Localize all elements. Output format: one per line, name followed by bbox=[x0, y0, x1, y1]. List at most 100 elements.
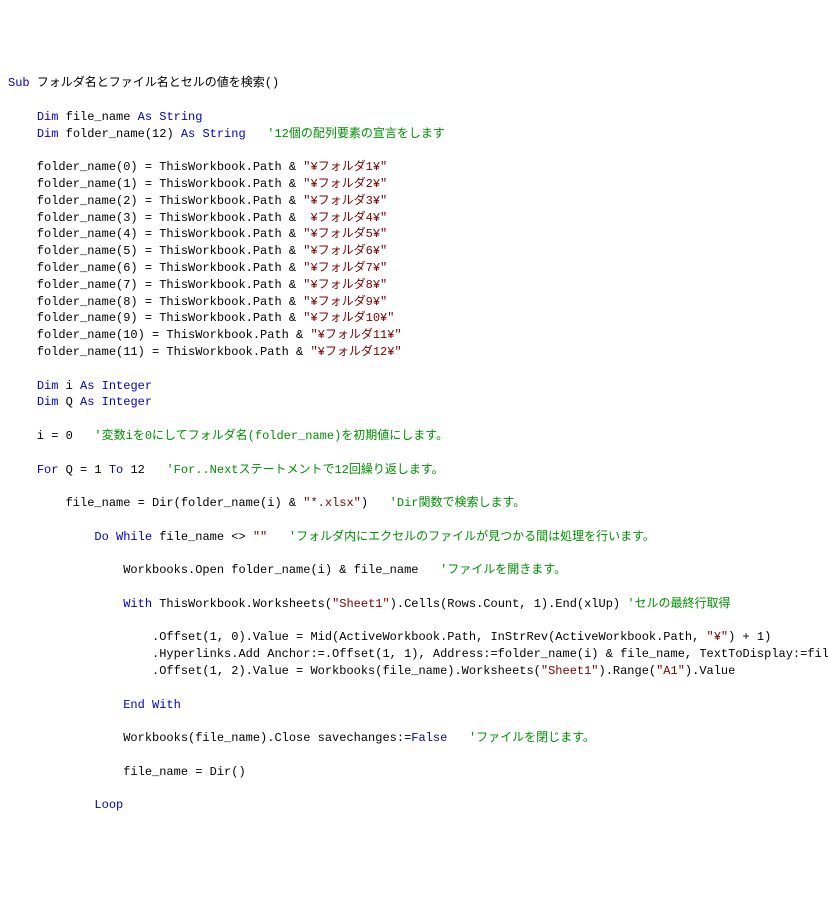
code-token: 12 bbox=[123, 463, 166, 477]
keyword-token: Do While bbox=[94, 530, 152, 544]
code-token: folder_name(1) = ThisWorkbook.Path & bbox=[8, 177, 303, 191]
keyword-token: As Integer bbox=[80, 395, 152, 409]
code-token: ) bbox=[361, 496, 390, 510]
code-line bbox=[8, 713, 820, 730]
code-token: file_name bbox=[58, 110, 137, 124]
code-line: With ThisWorkbook.Worksheets("Sheet1").C… bbox=[8, 596, 820, 613]
code-token: ).Value bbox=[685, 664, 735, 678]
code-line: .Hyperlinks.Add Anchor:=.Offset(1, 1), A… bbox=[8, 646, 820, 663]
comment-token: 'フォルダ内にエクセルのファイルが見つかる間は処理を行います。 bbox=[289, 530, 655, 544]
code-token: folder_name(6) = ThisWorkbook.Path & bbox=[8, 261, 303, 275]
code-token: Q = 1 bbox=[58, 463, 108, 477]
code-line bbox=[8, 411, 820, 428]
string-token: "¥フォルダ5¥" bbox=[303, 227, 387, 241]
code-token bbox=[8, 798, 94, 812]
code-token: フォルダ名とファイル名とセルの値を検索() bbox=[30, 76, 280, 90]
code-token bbox=[8, 395, 37, 409]
comment-token: 'Dir関数で検索します。 bbox=[390, 496, 526, 510]
code-line: Workbooks.Open folder_name(i) & file_nam… bbox=[8, 562, 820, 579]
string-token: "" bbox=[253, 530, 267, 544]
code-token: folder_name(10) = ThisWorkbook.Path & bbox=[8, 328, 310, 342]
code-line bbox=[8, 747, 820, 764]
code-token: folder_name(0) = ThisWorkbook.Path & bbox=[8, 160, 303, 174]
comment-token: 'ファイルを開きます。 bbox=[440, 563, 566, 577]
code-token: file_name = Dir(folder_name(i) & bbox=[8, 496, 303, 510]
comment-token: 'ファイルを閉じます。 bbox=[469, 731, 595, 745]
code-token: file_name <> bbox=[152, 530, 253, 544]
code-token: ThisWorkbook.Worksheets( bbox=[152, 597, 332, 611]
code-line: Do While file_name <> "" 'フォルダ内にエクセルのファイ… bbox=[8, 529, 820, 546]
code-line: folder_name(6) = ThisWorkbook.Path & "¥フ… bbox=[8, 260, 820, 277]
code-token: folder_name(4) = ThisWorkbook.Path & bbox=[8, 227, 303, 241]
string-token: "¥フォルダ11¥" bbox=[310, 328, 401, 342]
code-line bbox=[8, 361, 820, 378]
code-line bbox=[8, 546, 820, 563]
string-token: "*.xlsx" bbox=[303, 496, 361, 510]
code-line: folder_name(1) = ThisWorkbook.Path & "¥フ… bbox=[8, 176, 820, 193]
keyword-token: For bbox=[37, 463, 59, 477]
code-line: file_name = Dir() bbox=[8, 764, 820, 781]
code-token: i bbox=[58, 379, 80, 393]
code-token bbox=[8, 698, 123, 712]
code-line: Dim file_name As String bbox=[8, 109, 820, 126]
code-token: ) + 1) bbox=[728, 630, 771, 644]
string-token: "¥フォルダ7¥" bbox=[303, 261, 387, 275]
code-line bbox=[8, 579, 820, 596]
code-line bbox=[8, 512, 820, 529]
code-line: file_name = Dir(folder_name(i) & "*.xlsx… bbox=[8, 495, 820, 512]
code-line: Sub フォルダ名とファイル名とセルの値を検索() bbox=[8, 75, 820, 92]
code-token: i = 0 bbox=[8, 429, 94, 443]
comment-token: 'For..Nextステートメントで12回繰り返します。 bbox=[166, 463, 443, 477]
code-token bbox=[8, 379, 37, 393]
string-token: "¥フォルダ10¥" bbox=[303, 311, 394, 325]
code-line: Workbooks(file_name).Close savechanges:=… bbox=[8, 730, 820, 747]
code-token bbox=[447, 731, 469, 745]
code-token: .Offset(1, 0).Value = Mid(ActiveWorkbook… bbox=[8, 630, 707, 644]
code-line: folder_name(11) = ThisWorkbook.Path & "¥… bbox=[8, 344, 820, 361]
keyword-token: Dim bbox=[37, 127, 59, 141]
code-token: ).Cells(Rows.Count, 1).End(xlUp) bbox=[390, 597, 628, 611]
code-token bbox=[8, 127, 37, 141]
code-line: folder_name(9) = ThisWorkbook.Path & "¥フ… bbox=[8, 310, 820, 327]
code-token: folder_name(5) = ThisWorkbook.Path & bbox=[8, 244, 303, 258]
code-token: .Offset(1, 2).Value = Workbooks(file_nam… bbox=[8, 664, 541, 678]
string-token: "¥フォルダ8¥" bbox=[303, 278, 387, 292]
code-token bbox=[8, 597, 123, 611]
code-token bbox=[267, 530, 289, 544]
code-token bbox=[8, 110, 37, 124]
code-line: Dim Q As Integer bbox=[8, 394, 820, 411]
code-token bbox=[8, 530, 94, 544]
code-line: End With bbox=[8, 697, 820, 714]
keyword-token: As String bbox=[138, 110, 203, 124]
keyword-token: As Integer bbox=[80, 379, 152, 393]
code-token: Q bbox=[58, 395, 80, 409]
code-token: ).Range( bbox=[599, 664, 657, 678]
code-token: folder_name(7) = ThisWorkbook.Path & bbox=[8, 278, 303, 292]
code-line bbox=[8, 92, 820, 109]
code-line: Dim folder_name(12) As String '12個の配列要素の… bbox=[8, 126, 820, 143]
code-line bbox=[8, 781, 820, 798]
code-line: .Offset(1, 2).Value = Workbooks(file_nam… bbox=[8, 663, 820, 680]
comment-token: '変数iを0にしてフォルダ名(folder_name)を初期値にします。 bbox=[94, 429, 448, 443]
code-line: folder_name(3) = ThisWorkbook.Path & ¥フォ… bbox=[8, 210, 820, 227]
keyword-token: Dim bbox=[37, 395, 59, 409]
code-line bbox=[8, 445, 820, 462]
keyword-token: End With bbox=[123, 698, 181, 712]
string-token: ¥フォルダ4¥" bbox=[310, 211, 387, 225]
code-token: .Hyperlinks.Add Anchor:=.Offset(1, 1), A… bbox=[8, 647, 828, 661]
string-token: "A1" bbox=[656, 664, 685, 678]
string-token: "Sheet1" bbox=[332, 597, 390, 611]
comment-token: 'セルの最終行取得 bbox=[627, 597, 730, 611]
code-line: folder_name(5) = ThisWorkbook.Path & "¥フ… bbox=[8, 243, 820, 260]
code-token: Workbooks.Open folder_name(i) & file_nam… bbox=[8, 563, 440, 577]
code-token: folder_name(12) bbox=[58, 127, 180, 141]
code-line: Dim i As Integer bbox=[8, 378, 820, 395]
code-token: folder_name(3) = ThisWorkbook.Path & bbox=[8, 211, 310, 225]
keyword-token: Sub bbox=[8, 76, 30, 90]
code-line bbox=[8, 478, 820, 495]
vba-code-block: Sub フォルダ名とファイル名とセルの値を検索() Dim file_name … bbox=[8, 75, 820, 814]
string-token: "¥" bbox=[707, 630, 729, 644]
code-line: folder_name(10) = ThisWorkbook.Path & "¥… bbox=[8, 327, 820, 344]
code-token bbox=[8, 463, 37, 477]
code-line: folder_name(8) = ThisWorkbook.Path & "¥フ… bbox=[8, 294, 820, 311]
